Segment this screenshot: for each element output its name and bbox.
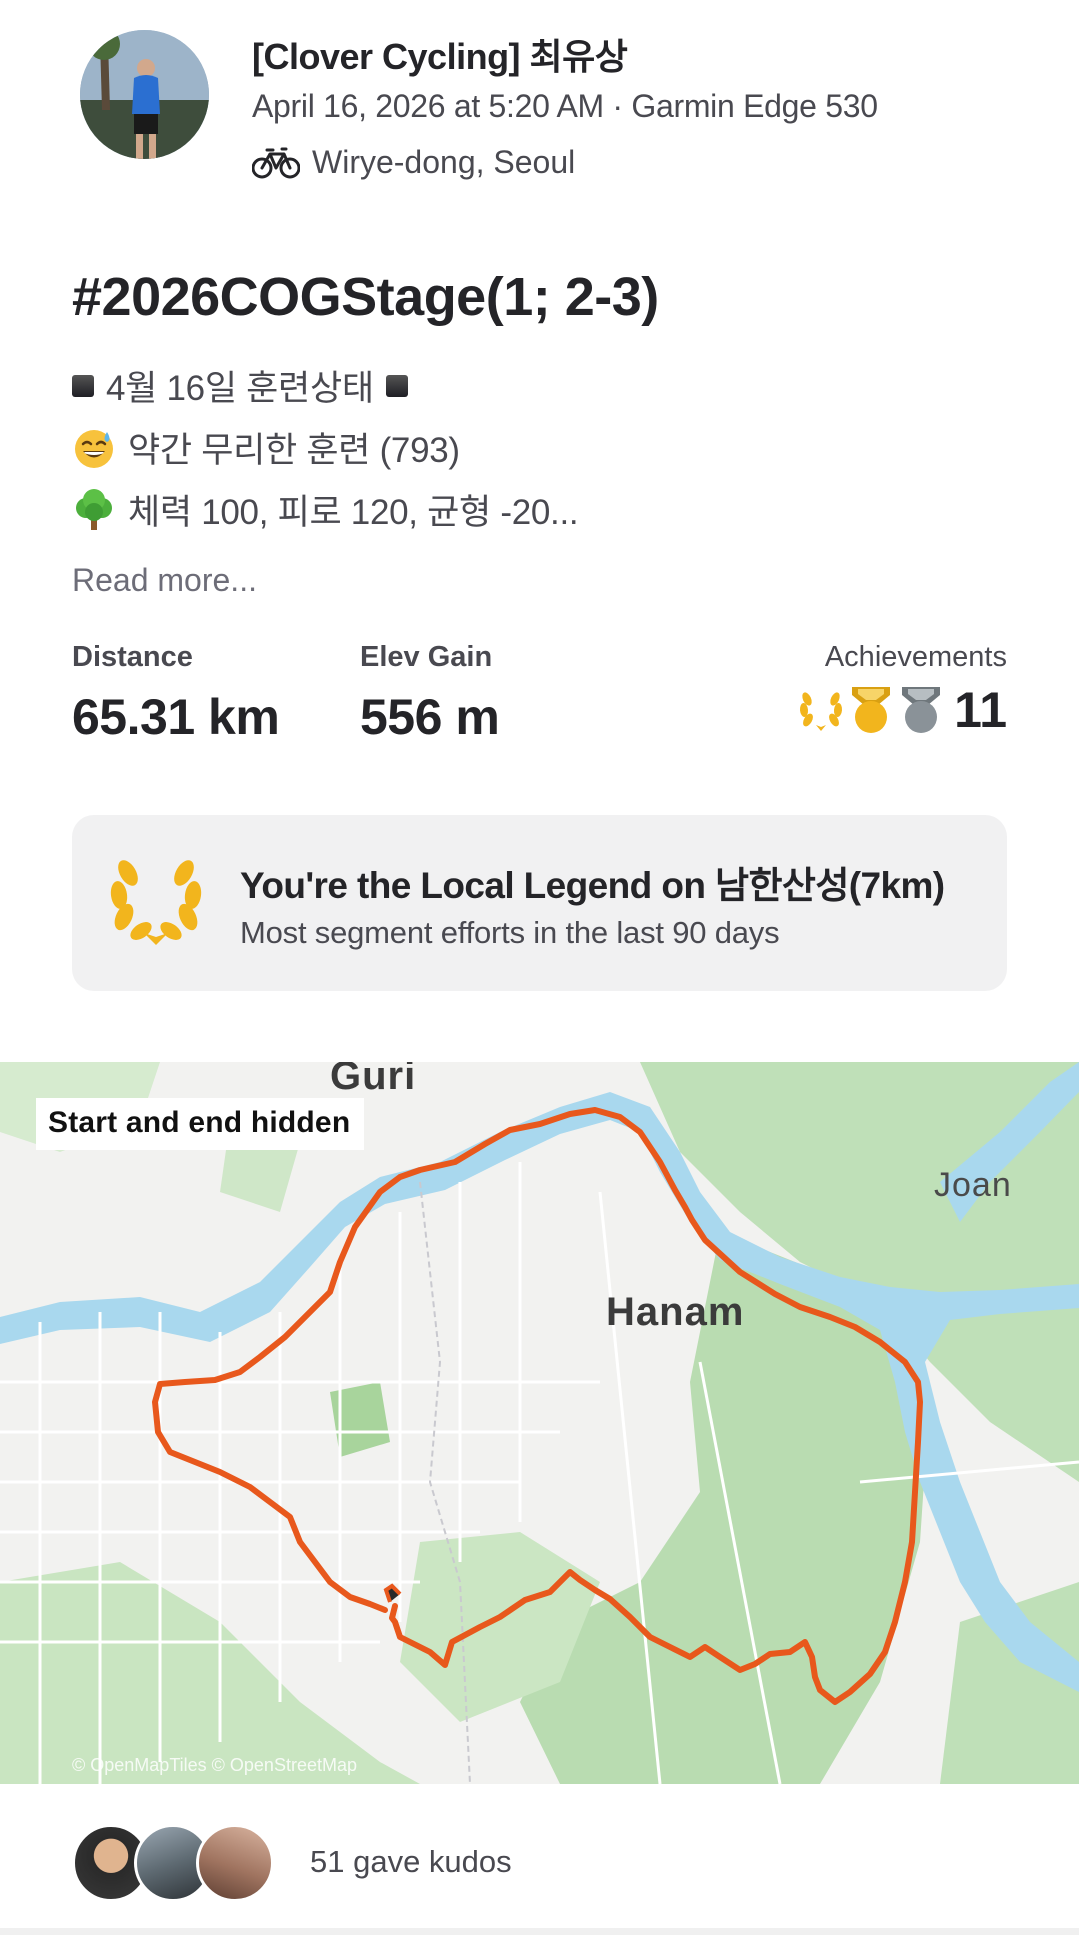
sweat-smile-emoji-icon: [75, 429, 113, 468]
distance-value: 65.31 km: [72, 689, 280, 745]
tree-emoji-icon: [76, 488, 112, 530]
map-label-guri: Guri: [330, 1062, 417, 1098]
map-label-joan: Joan: [934, 1166, 1012, 1204]
athlete-avatar[interactable]: [80, 30, 209, 159]
black-square-icon: [72, 374, 94, 397]
map-attribution[interactable]: © OpenMapTiles © OpenStreetMap: [72, 1755, 357, 1776]
black-square-icon: [385, 374, 408, 397]
location-text: Wirye-dong, Seoul: [312, 144, 576, 180]
silver-medal-icon: [902, 687, 941, 733]
map-canvas: [0, 1062, 1079, 1784]
activity-title[interactable]: #2026COGStage(1; 2-3): [72, 266, 659, 328]
activity-meta: April 16, 2026 at 5:20 AM · Garmin Edge …: [252, 88, 878, 124]
distance-label: Distance: [72, 641, 193, 673]
map-label-hanam: Hanam: [606, 1290, 745, 1334]
divider: [0, 1928, 1079, 1935]
avatar-photo: [80, 30, 209, 159]
route-map[interactable]: Start and end hidden Guri Hanam Joan © O…: [0, 1062, 1079, 1784]
elev-gain-value: 556 m: [360, 689, 500, 745]
description-text: 약간 무리한 훈련 (793): [128, 431, 460, 470]
gold-medal-icon: [852, 687, 891, 733]
description-text: 4월 16일 훈련상태: [106, 369, 374, 408]
description-text: 체력 100, 피로 120, 균형 -20...: [128, 493, 579, 532]
athlete-name[interactable]: [Clover Cycling] 최유상: [252, 28, 628, 80]
kudos-avatar: [196, 1824, 274, 1902]
legend-title: You're the Local Legend on 남한산성(7km): [240, 865, 945, 906]
location-row: Wirye-dong, Seoul: [252, 144, 575, 181]
description-line-2: 약간 무리한 훈련 (793): [72, 422, 460, 473]
start-end-hidden-chip: Start and end hidden: [36, 1098, 365, 1150]
kudos-avatars[interactable]: [72, 1824, 274, 1902]
description-line-3: 체력 100, 피로 120, 균형 -20...: [72, 484, 579, 535]
achievements-count: 11: [954, 682, 1007, 738]
kudos-text[interactable]: 51 gave kudos: [310, 1844, 512, 1880]
achievements-summary[interactable]: 11: [798, 681, 1007, 739]
achievements-label: Achievements: [824, 641, 1007, 673]
laurel-icon: [110, 860, 202, 945]
legend-subtitle: Most segment efforts in the last 90 days: [240, 915, 780, 950]
elev-gain-label: Elev Gain: [360, 641, 493, 673]
bike-icon: [252, 147, 300, 178]
description-line-1: 4월 16일 훈련상태: [72, 360, 408, 411]
local-legend-card[interactable]: You're the Local Legend on 남한산성(7km) Mos…: [72, 815, 1007, 991]
read-more-link[interactable]: Read more...: [72, 562, 257, 599]
laurel-icon: [800, 692, 843, 731]
